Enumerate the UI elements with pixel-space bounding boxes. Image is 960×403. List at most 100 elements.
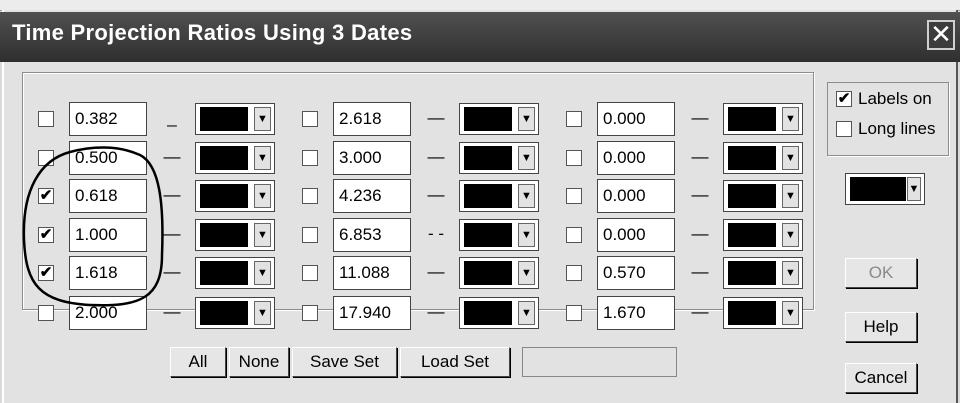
load-set-button[interactable]: Load Set <box>400 347 510 377</box>
line-style-indicator: — <box>691 108 709 127</box>
color-swatch <box>464 223 512 247</box>
ratio-value-input[interactable]: 0.000 <box>597 141 675 175</box>
ratio-checkbox[interactable] <box>302 305 318 321</box>
chevron-down-icon: ▼ <box>782 261 799 285</box>
ratio-value-input[interactable]: 3.000 <box>333 141 411 175</box>
line-style-indicator: — <box>691 224 709 243</box>
color-swatch <box>200 301 248 325</box>
color-picker[interactable]: ▼ <box>195 180 275 212</box>
color-swatch <box>728 261 776 285</box>
ratio-checkbox[interactable]: ✔ <box>38 227 54 243</box>
line-style-indicator: — <box>427 262 445 281</box>
ratio-value-input[interactable]: 1.618 <box>69 256 147 290</box>
ratio-value-input[interactable]: 0.000 <box>597 179 675 213</box>
ratio-checkbox[interactable] <box>38 150 54 166</box>
ratio-value-input[interactable]: 11.088 <box>333 256 411 290</box>
none-button[interactable]: None <box>229 347 289 377</box>
ratio-checkbox[interactable] <box>302 227 318 243</box>
chevron-down-icon: ▼ <box>518 184 535 208</box>
ratio-checkbox[interactable] <box>38 111 54 127</box>
chevron-down-icon: ▼ <box>782 107 799 131</box>
line-style-indicator: - - <box>427 224 445 243</box>
chevron-down-icon: ▼ <box>782 146 799 170</box>
color-picker[interactable]: ▼ <box>723 103 803 135</box>
line-style-indicator: _ <box>167 108 177 127</box>
color-picker[interactable]: ▼ <box>459 257 539 289</box>
color-swatch <box>728 146 776 170</box>
ratio-checkbox[interactable] <box>566 305 582 321</box>
color-picker[interactable]: ▼ <box>723 257 803 289</box>
ratio-value-input[interactable]: 1.000 <box>69 218 147 252</box>
color-picker[interactable]: ▼ <box>459 142 539 174</box>
save-set-button[interactable]: Save Set <box>292 347 397 377</box>
color-picker[interactable]: ▼ <box>459 180 539 212</box>
line-style-indicator: — <box>691 185 709 204</box>
line-style-indicator: — <box>691 147 709 166</box>
ratio-checkbox[interactable]: ✔ <box>38 188 54 204</box>
chevron-down-icon: ▼ <box>254 146 271 170</box>
ratio-value-input[interactable]: 17.940 <box>333 296 411 330</box>
ratio-checkbox[interactable] <box>566 265 582 281</box>
help-button[interactable]: Help <box>845 312 917 342</box>
color-swatch <box>464 261 512 285</box>
chevron-down-icon: ▼ <box>254 223 271 247</box>
color-picker[interactable]: ▼ <box>459 219 539 251</box>
chevron-down-icon: ▼ <box>254 107 271 131</box>
color-swatch <box>464 184 512 208</box>
color-picker[interactable]: ▼ <box>459 103 539 135</box>
color-picker[interactable]: ▼ <box>723 142 803 174</box>
color-swatch <box>728 223 776 247</box>
color-picker[interactable]: ▼ <box>723 297 803 329</box>
ratio-value-input[interactable]: 6.853 <box>333 218 411 252</box>
color-swatch <box>200 146 248 170</box>
ratio-checkbox[interactable] <box>38 305 54 321</box>
chevron-down-icon: ▼ <box>782 301 799 325</box>
ok-button[interactable]: OK <box>845 258 917 288</box>
ratio-checkbox[interactable] <box>566 150 582 166</box>
cancel-button[interactable]: Cancel <box>845 363 917 393</box>
color-swatch <box>200 107 248 131</box>
color-picker[interactable]: ▼ <box>723 180 803 212</box>
all-button[interactable]: All <box>170 347 226 377</box>
ratio-value-input[interactable]: 0.000 <box>597 218 675 252</box>
color-picker[interactable]: ▼ <box>195 257 275 289</box>
ratio-value-input[interactable]: 2.618 <box>333 102 411 136</box>
line-style-indicator: — <box>163 262 181 281</box>
ratio-value-input[interactable]: 2.000 <box>69 296 147 330</box>
ratio-value-input[interactable]: 1.670 <box>597 296 675 330</box>
chevron-down-icon: ▼ <box>518 223 535 247</box>
global-color-picker[interactable]: ▼ <box>845 173 925 205</box>
ratio-checkbox[interactable] <box>302 188 318 204</box>
color-picker[interactable]: ▼ <box>195 219 275 251</box>
labels-on-checkbox[interactable]: ✔ <box>836 91 852 107</box>
ratio-checkbox[interactable] <box>302 111 318 127</box>
ratio-value-input[interactable]: 4.236 <box>333 179 411 213</box>
color-picker[interactable]: ▼ <box>195 142 275 174</box>
ratio-value-input[interactable]: 0.500 <box>69 141 147 175</box>
ratio-value-input[interactable]: 0.618 <box>69 179 147 213</box>
ratio-checkbox[interactable] <box>302 265 318 281</box>
ratio-checkbox[interactable] <box>566 188 582 204</box>
line-style-indicator: — <box>427 108 445 127</box>
ratio-value-input[interactable]: 0.570 <box>597 256 675 290</box>
ratio-value-input[interactable]: 0.382 <box>69 102 147 136</box>
line-style-indicator: — <box>691 262 709 281</box>
ratio-value-input[interactable]: 0.000 <box>597 102 675 136</box>
long-lines-checkbox[interactable] <box>836 121 852 137</box>
color-picker[interactable]: ▼ <box>723 219 803 251</box>
ratio-checkbox[interactable] <box>302 150 318 166</box>
color-swatch <box>200 184 248 208</box>
ratio-checkbox[interactable] <box>566 227 582 243</box>
color-swatch <box>464 301 512 325</box>
color-picker[interactable]: ▼ <box>195 103 275 135</box>
color-swatch <box>200 223 248 247</box>
line-style-indicator: — <box>163 185 181 204</box>
ratio-checkbox[interactable] <box>566 111 582 127</box>
color-picker[interactable]: ▼ <box>459 297 539 329</box>
ratio-checkbox[interactable]: ✔ <box>38 265 54 281</box>
close-icon[interactable]: ✕ <box>927 20 955 50</box>
color-picker[interactable]: ▼ <box>195 297 275 329</box>
line-style-indicator: — <box>427 147 445 166</box>
long-lines-label: Long lines <box>858 119 936 138</box>
line-style-indicator: — <box>163 147 181 166</box>
